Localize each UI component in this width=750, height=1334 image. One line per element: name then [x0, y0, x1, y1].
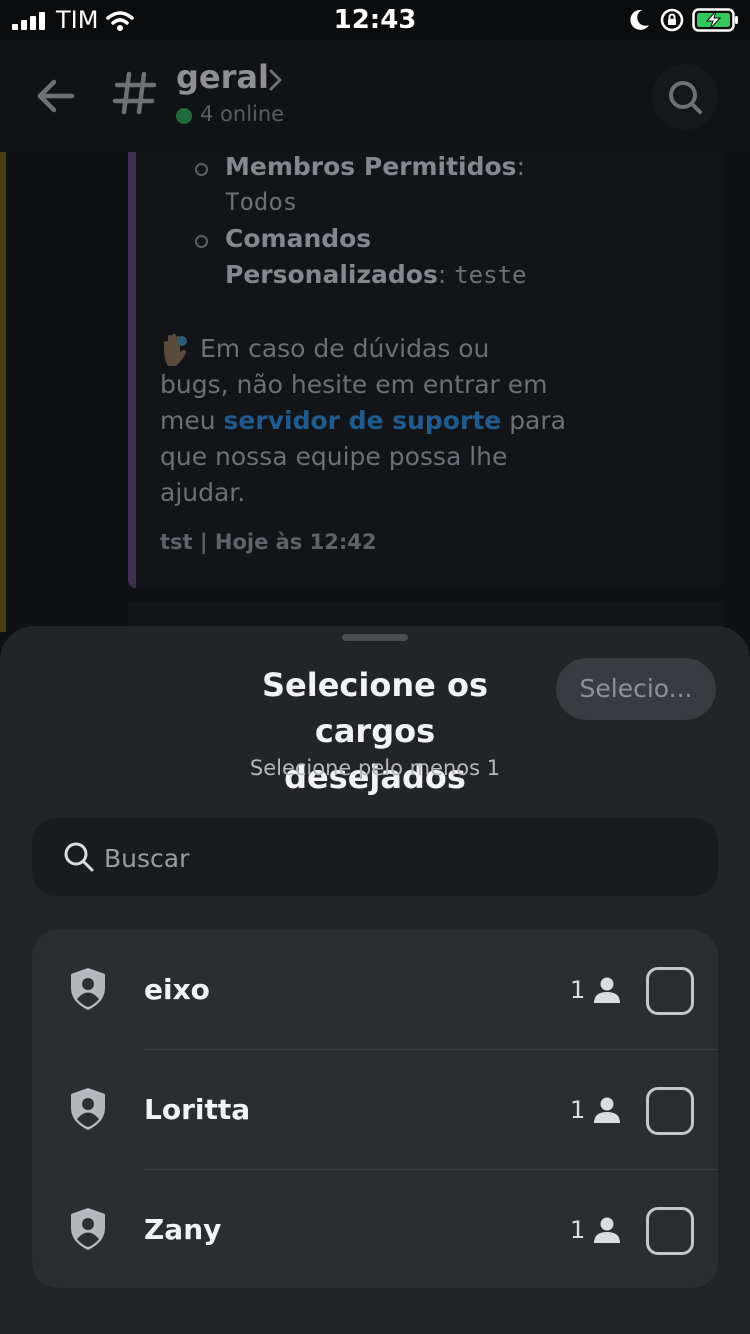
- member-person-icon: [594, 977, 620, 1003]
- role-list: eixo 1 Loritta 1 Zany 1: [32, 930, 718, 1288]
- search-input[interactable]: [102, 818, 686, 898]
- online-status-dot: [176, 108, 192, 124]
- battery-charging-icon: [692, 8, 738, 32]
- confirm-select-button[interactable]: Selecio...: [556, 658, 716, 720]
- support-server-link[interactable]: servidor de suporte: [224, 406, 502, 435]
- role-shield-icon: [71, 968, 105, 1010]
- member-person-icon: [594, 1217, 620, 1243]
- role-checkbox[interactable]: [646, 1087, 694, 1135]
- member-count: 1: [570, 1216, 586, 1244]
- search-icon: [669, 81, 702, 114]
- list-bullet: [195, 235, 208, 248]
- body-text: que nossa equipe possa lhe: [160, 442, 508, 471]
- sheet-subtitle: Selecione pelo menos 1: [249, 756, 501, 780]
- role-shield-icon: [71, 1208, 105, 1250]
- body-text: ajudar.: [160, 478, 246, 507]
- message-embed: Membros Permitidos: Todos Comandos Perso…: [128, 152, 724, 588]
- embed-footer: tst | Hoje às 12:42: [160, 530, 377, 554]
- embed-accent-bar: [128, 152, 136, 588]
- role-checkbox[interactable]: [646, 1207, 694, 1255]
- role-shield-icon: [71, 1088, 105, 1130]
- channel-name[interactable]: geral: [176, 58, 269, 96]
- do-not-disturb-moon-icon: [630, 9, 649, 30]
- role-select-sheet: Selecione os cargos desejados Selecione …: [0, 626, 750, 1334]
- body-text: Em caso de dúvidas ou: [200, 334, 490, 363]
- back-arrow-icon[interactable]: [34, 74, 78, 118]
- online-count: 4 online: [200, 102, 285, 126]
- list-item: Comandos: [225, 224, 372, 253]
- search-button[interactable]: [652, 64, 718, 130]
- list-item: Membros Permitidos:: [225, 152, 526, 181]
- message-area: Membros Permitidos: Todos Comandos Perso…: [0, 152, 750, 662]
- channel-header: geral 4 online: [0, 40, 750, 152]
- role-row-loritta[interactable]: Loritta 1: [32, 1050, 718, 1170]
- chevron-right-icon[interactable]: [266, 68, 284, 92]
- role-name: Loritta: [144, 1093, 251, 1126]
- list-bullet: [195, 163, 208, 176]
- rotation-lock-icon: [660, 8, 684, 32]
- sheet-grabber[interactable]: [342, 634, 408, 641]
- role-name: Zany: [144, 1213, 222, 1246]
- role-checkbox[interactable]: [646, 967, 694, 1015]
- text-channel-hash-icon: [112, 71, 157, 115]
- list-item: Personalizados: teste: [225, 260, 527, 289]
- search-icon: [64, 842, 94, 872]
- member-count: 1: [570, 1096, 586, 1124]
- raised-hand-emoji-icon: [164, 334, 187, 366]
- mention-highlight-bar: [0, 152, 6, 632]
- role-name: eixo: [144, 973, 210, 1006]
- member-count: 1: [570, 976, 586, 1004]
- body-text: meu servidor de suporte para: [160, 406, 566, 435]
- list-item-value: Todos: [225, 188, 298, 216]
- member-person-icon: [594, 1097, 620, 1123]
- body-text: bugs, não hesite em entrar em: [160, 370, 548, 399]
- status-bar: TIM 12:43: [0, 0, 750, 40]
- role-search-bar[interactable]: [32, 818, 718, 898]
- role-row-eixo[interactable]: eixo 1: [32, 930, 718, 1050]
- role-row-zany[interactable]: Zany 1: [32, 1170, 718, 1288]
